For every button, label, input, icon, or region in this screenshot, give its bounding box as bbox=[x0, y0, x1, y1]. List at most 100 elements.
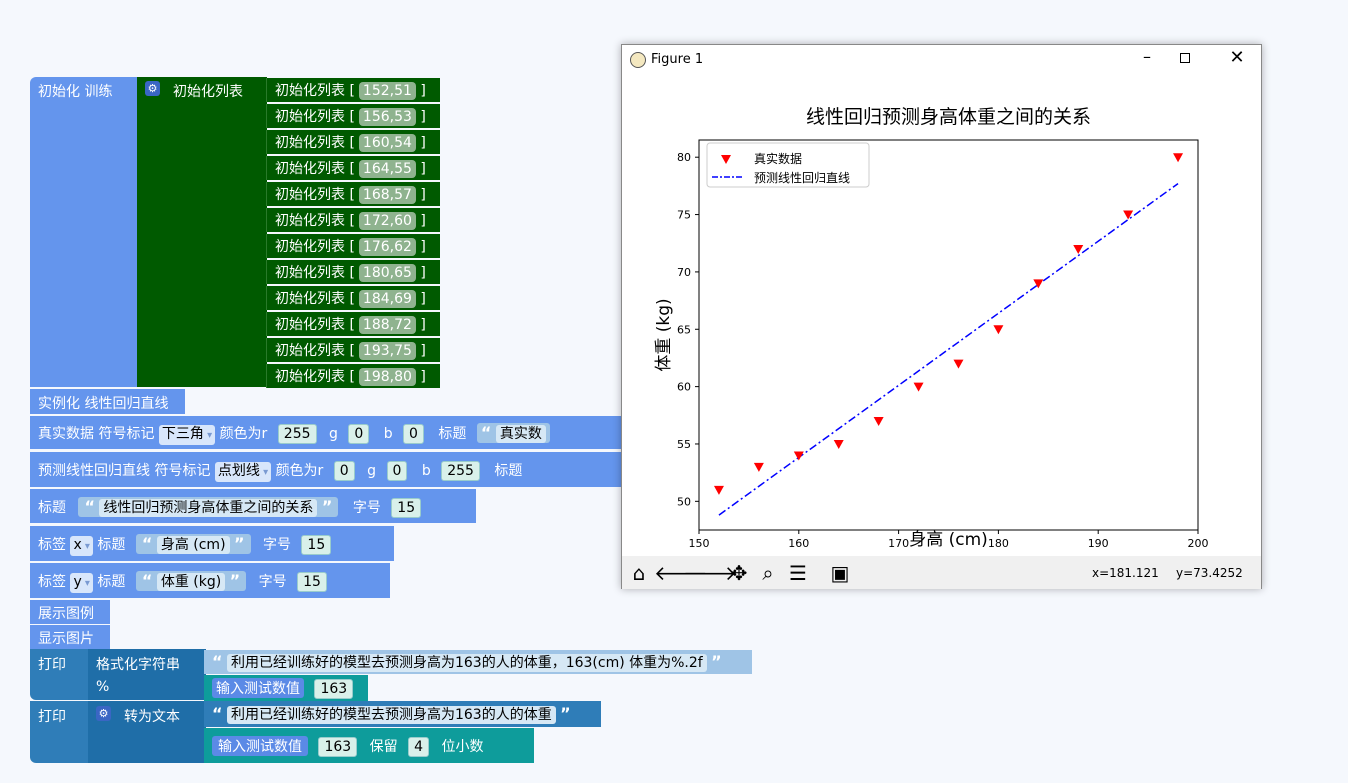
row-value[interactable]: 180,65 bbox=[358, 264, 416, 282]
xlabel-string[interactable]: 身高 (cm) bbox=[156, 536, 230, 554]
percent-label: % bbox=[96, 679, 110, 695]
back-icon[interactable]: 🡐 bbox=[654, 559, 708, 587]
zoom-icon[interactable]: ⌕ bbox=[754, 559, 782, 587]
real-data-block[interactable]: 真实数据 符号标记 下三角 颜色为r 255 g 0 b 0 标题 “ 真实数 bbox=[30, 416, 622, 449]
ylabel-block[interactable]: 标签 y 标题 “ 体重 (kg) ” 字号 15 bbox=[30, 563, 390, 598]
size-input[interactable]: 15 bbox=[301, 535, 332, 555]
show-image-block[interactable]: 显示图片 bbox=[30, 625, 110, 649]
test-input-value[interactable]: 163 bbox=[314, 679, 354, 699]
row-value[interactable]: 176,62 bbox=[358, 238, 416, 256]
b-input[interactable]: 0 bbox=[403, 424, 424, 444]
gear-icon[interactable]: ⚙ bbox=[96, 706, 111, 721]
keep-label: 保留 bbox=[369, 739, 398, 755]
to-text-string[interactable]: 利用已经训练好的模型去预测身高为163的人的体重 bbox=[226, 706, 556, 724]
configure-icon[interactable]: ☰ bbox=[784, 559, 812, 587]
print-block-2[interactable]: 打印 ⚙ 转为文本 bbox=[30, 701, 206, 763]
ylabel-string[interactable]: 体重 (kg) bbox=[156, 573, 226, 591]
size-input[interactable]: 15 bbox=[391, 498, 422, 518]
title-bar[interactable]: Figure 1 – ✕ bbox=[622, 45, 1261, 75]
g-input[interactable]: 0 bbox=[386, 461, 408, 481]
pred-line-block[interactable]: 预测线性回归直线 符号标记 点划线 颜色为r 0 g 0 b 255 标题 bbox=[30, 452, 622, 487]
list-row[interactable]: 初始化列表 [193,75 ] bbox=[266, 338, 440, 362]
round-block[interactable]: 输入测试数值 163 保留 4 位小数 bbox=[204, 728, 534, 763]
row-prefix: 初始化列表 [ bbox=[275, 187, 355, 203]
row-value[interactable]: 193,75 bbox=[358, 342, 416, 360]
row-value[interactable]: 184,69 bbox=[358, 290, 416, 308]
title-string-block[interactable]: “ 真实数 bbox=[476, 423, 550, 443]
b-input[interactable]: 255 bbox=[441, 461, 480, 481]
title-string[interactable]: 真实数 bbox=[495, 425, 546, 443]
figure-window[interactable]: Figure 1 – ✕ 线性回归预测身高体重之间的关系 150 160 170 180… bbox=[621, 44, 1262, 589]
digits-suffix-label: 位小数 bbox=[441, 739, 484, 755]
axis-dropdown[interactable]: y bbox=[70, 573, 93, 593]
init-train-block[interactable]: 初始化 训练 bbox=[30, 77, 140, 387]
pan-icon[interactable]: ✥ bbox=[725, 559, 753, 587]
init-list-label: 初始化列表 bbox=[173, 84, 243, 100]
list-row[interactable]: 初始化列表 [198,80 ] bbox=[266, 364, 440, 388]
print-block-1[interactable]: 打印 格式化字符串 % bbox=[30, 649, 206, 700]
test-input-block[interactable]: 输入测试数值 163 bbox=[204, 675, 368, 701]
row-value[interactable]: 198,80 bbox=[358, 368, 416, 386]
list-row[interactable]: 初始化列表 [188,72 ] bbox=[266, 312, 440, 336]
instantiate-block[interactable]: 实例化 线性回归直线 bbox=[30, 389, 185, 414]
show-legend-block[interactable]: 展示图例 bbox=[30, 600, 110, 624]
test-input-value[interactable]: 163 bbox=[318, 737, 358, 757]
row-suffix: ] bbox=[415, 83, 426, 99]
list-row[interactable]: 初始化列表 [156,53 ] bbox=[266, 104, 440, 128]
maximize-icon[interactable] bbox=[1180, 53, 1190, 63]
test-input-label: 输入测试数值 bbox=[212, 736, 308, 756]
xlabel-string-block[interactable]: “ 身高 (cm) ” bbox=[135, 534, 251, 554]
format-string-block[interactable]: 格式化字符串 % bbox=[88, 649, 206, 700]
g-input[interactable]: 0 bbox=[348, 424, 370, 444]
chart-plot: 线性回归预测身高体重之间的关系 150 160 170 180 190 200 50 55 60 6… bbox=[654, 106, 1209, 550]
list-row[interactable]: 初始化列表 [184,69 ] bbox=[266, 286, 440, 310]
list-row[interactable]: 初始化列表 [176,62 ] bbox=[266, 234, 440, 258]
list-row[interactable]: 初始化列表 [168,57 ] bbox=[266, 182, 440, 206]
x-tick-label: 150 bbox=[689, 537, 710, 550]
list-row[interactable]: 初始化列表 [160,54 ] bbox=[266, 130, 440, 154]
gear-icon[interactable]: ⚙ bbox=[145, 81, 160, 96]
row-value[interactable]: 156,53 bbox=[358, 108, 416, 126]
digits-input[interactable]: 4 bbox=[408, 737, 430, 757]
format-string-input[interactable]: 利用已经训练好的模型去预测身高为163的人的体重，163(cm) 体重为%.2f bbox=[226, 654, 707, 672]
init-list-block[interactable]: ⚙ 初始化列表 bbox=[137, 77, 267, 387]
list-row[interactable]: 初始化列表 [152,51 ] bbox=[266, 78, 440, 102]
test-input-label: 输入测试数值 bbox=[212, 678, 304, 698]
list-row[interactable]: 初始化列表 [180,65 ] bbox=[266, 260, 440, 284]
row-value[interactable]: 188,72 bbox=[358, 316, 416, 334]
row-value[interactable]: 152,51 bbox=[358, 82, 416, 100]
y-tick-label: 70 bbox=[677, 266, 691, 279]
to-text-block[interactable]: ⚙ 转为文本 bbox=[88, 701, 206, 763]
axis-dropdown[interactable]: x bbox=[70, 536, 93, 556]
to-text-string-block[interactable]: “ 利用已经训练好的模型去预测身高为163的人的体重 ” bbox=[204, 701, 601, 727]
title-string[interactable]: 线性回归预测身高体重之间的关系 bbox=[99, 499, 318, 517]
size-label: 字号 bbox=[352, 500, 381, 516]
xlabel-block[interactable]: 标签 x 标题 “ 身高 (cm) ” 字号 15 bbox=[30, 526, 394, 561]
list-row[interactable]: 初始化列表 [172,60 ] bbox=[266, 208, 440, 232]
size-input[interactable]: 15 bbox=[297, 572, 327, 592]
home-icon[interactable]: ⌂ bbox=[625, 559, 653, 587]
list-row[interactable]: 初始化列表 [164,55 ] bbox=[266, 156, 440, 180]
r-input[interactable]: 255 bbox=[277, 424, 317, 444]
row-value[interactable]: 164,55 bbox=[358, 160, 416, 178]
minimize-icon[interactable]: – bbox=[1132, 47, 1162, 71]
title-string-block[interactable]: “ 线性回归预测身高体重之间的关系 ” bbox=[78, 497, 339, 517]
row-suffix: ] bbox=[415, 161, 426, 177]
r-input[interactable]: 0 bbox=[333, 461, 355, 481]
format-label: 格式化字符串 bbox=[96, 657, 180, 673]
save-icon[interactable]: ▣ bbox=[826, 559, 854, 587]
forward-icon[interactable]: 🡒 bbox=[683, 559, 737, 587]
app-icon bbox=[630, 52, 646, 68]
row-value[interactable]: 168,57 bbox=[358, 186, 416, 204]
row-value[interactable]: 160,54 bbox=[358, 134, 416, 152]
close-icon[interactable]: ✕ bbox=[1225, 47, 1249, 71]
y-tick-label: 60 bbox=[677, 381, 691, 394]
ylabel-string-block[interactable]: “ 体重 (kg) ” bbox=[135, 571, 247, 591]
marker-dropdown[interactable]: 点划线 bbox=[214, 462, 272, 482]
y-tick-label: 80 bbox=[677, 151, 691, 164]
y-tick-label: 65 bbox=[677, 323, 691, 336]
marker-dropdown[interactable]: 下三角 bbox=[158, 425, 216, 445]
row-value[interactable]: 172,60 bbox=[358, 212, 416, 230]
format-string-value-block[interactable]: “ 利用已经训练好的模型去预测身高为163的人的体重，163(cm) 体重为%.… bbox=[204, 650, 752, 674]
title-block[interactable]: 标题 “ 线性回归预测身高体重之间的关系 ” 字号 15 bbox=[30, 489, 476, 523]
